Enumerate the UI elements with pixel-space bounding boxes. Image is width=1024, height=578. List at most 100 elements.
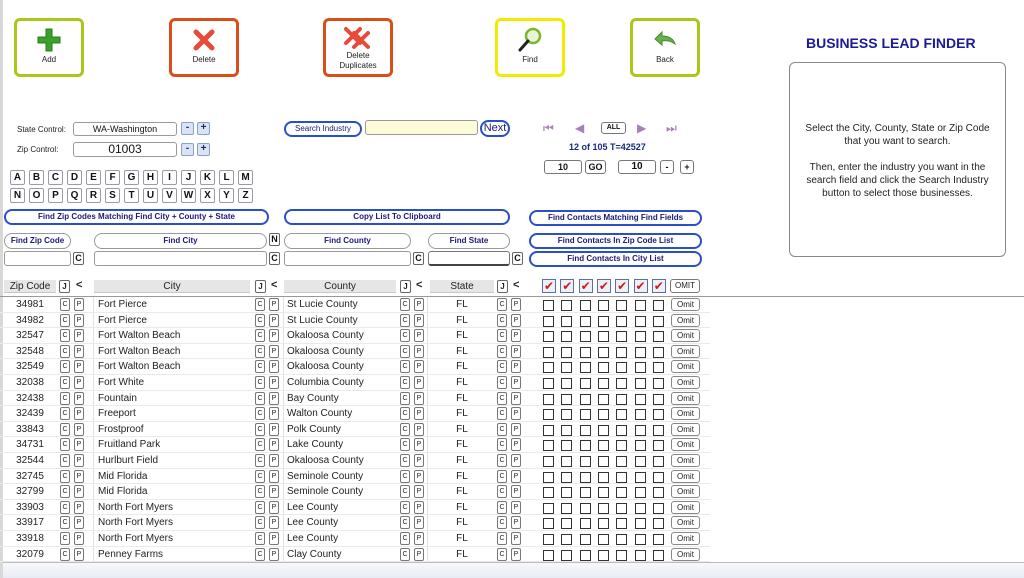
zip-copy-button[interactable]: C [60, 531, 70, 545]
zip-paste-button[interactable]: P [74, 313, 84, 327]
city-paste-button[interactable]: P [269, 547, 279, 561]
zip-paste-button[interactable]: P [74, 516, 84, 530]
state-copy-button[interactable]: C [497, 298, 507, 311]
county-copy-button[interactable]: C [400, 407, 410, 421]
state-copy-button[interactable]: C [497, 360, 507, 374]
column-header-county[interactable]: County [284, 280, 396, 293]
city-paste-button[interactable]: P [269, 375, 279, 389]
letter-x-button[interactable]: X [200, 188, 215, 203]
step-field[interactable]: 10 [618, 160, 656, 174]
state-paste-button[interactable]: P [511, 422, 521, 436]
city-paste-button[interactable]: P [269, 500, 279, 514]
city-paste-button[interactable]: P [269, 469, 279, 483]
letter-t-button[interactable]: T [124, 188, 139, 203]
zip-paste-button[interactable]: P [74, 469, 84, 483]
row-checkbox[interactable] [579, 377, 591, 389]
state-copy-button[interactable]: C [497, 453, 507, 467]
letter-i-button[interactable]: I [162, 170, 177, 185]
row-checkbox[interactable] [543, 455, 554, 467]
check-all-column-6-checkbox[interactable]: ✔ [633, 279, 648, 293]
zip-copy-button[interactable]: C [60, 516, 70, 530]
row-checkbox[interactable] [652, 487, 664, 499]
letter-f-button[interactable]: F [105, 170, 120, 185]
city-clear-button[interactable]: C [269, 252, 280, 265]
row-checkbox[interactable] [597, 315, 609, 327]
zip-copy-button[interactable]: C [60, 422, 70, 436]
city-copy-button[interactable]: C [255, 391, 265, 405]
letter-j-button[interactable]: J [181, 170, 196, 185]
row-checkbox[interactable] [634, 533, 646, 545]
state-paste-button[interactable]: P [511, 500, 521, 514]
county-copy-button[interactable]: C [400, 391, 410, 405]
zip-paste-button[interactable]: P [74, 360, 84, 374]
row-checkbox[interactable] [616, 377, 628, 389]
find-city-button[interactable]: Find City [94, 233, 267, 249]
city-paste-button[interactable]: P [269, 485, 279, 499]
state-paste-button[interactable]: P [511, 531, 521, 545]
zip-paste-button[interactable]: P [74, 298, 84, 311]
city-copy-button[interactable]: C [255, 516, 265, 530]
county-collapse-icon[interactable]: < [416, 279, 422, 291]
row-checkbox[interactable] [579, 549, 591, 561]
row-checkbox[interactable] [634, 300, 646, 311]
check-all-column-2-checkbox[interactable]: ✔ [560, 279, 575, 293]
county-copy-button[interactable]: C [400, 375, 410, 389]
row-checkbox[interactable] [597, 533, 609, 545]
state-copy-button[interactable]: C [497, 547, 507, 561]
state-control-field[interactable]: WA-Washington [73, 122, 177, 136]
state-paste-button[interactable]: P [511, 407, 521, 421]
city-copy-button[interactable]: C [255, 298, 265, 311]
row-checkbox[interactable] [543, 518, 554, 530]
county-copy-button[interactable]: C [400, 485, 410, 499]
row-checkbox[interactable] [597, 502, 609, 514]
go-button[interactable]: GO [585, 160, 606, 174]
state-paste-button[interactable]: P [511, 547, 521, 561]
find-contacts-matching-fields-button[interactable]: Find Contacts Matching Find Fields [529, 210, 702, 226]
zip-decrement-button[interactable]: - [181, 143, 194, 156]
omit-button[interactable]: Omit [671, 547, 700, 561]
zip-paste-button[interactable]: P [74, 329, 84, 343]
county-paste-button[interactable]: P [414, 313, 424, 327]
add-button[interactable]: Add [14, 18, 84, 77]
search-industry-button[interactable]: Search Industry [284, 121, 362, 137]
letter-e-button[interactable]: E [86, 170, 101, 185]
row-checkbox[interactable] [561, 549, 573, 561]
city-copy-button[interactable]: C [255, 438, 265, 452]
state-copy-button[interactable]: C [497, 422, 507, 436]
county-j-button[interactable]: J [400, 280, 411, 293]
row-checkbox[interactable] [652, 518, 664, 530]
omit-button[interactable]: Omit [671, 375, 700, 389]
letter-y-button[interactable]: Y [219, 188, 234, 203]
check-all-column-3-checkbox[interactable]: ✔ [578, 279, 593, 293]
letter-c-button[interactable]: C [48, 170, 63, 185]
county-paste-button[interactable]: P [414, 547, 424, 561]
state-paste-button[interactable]: P [511, 298, 521, 311]
row-checkbox[interactable] [616, 440, 628, 452]
row-checkbox[interactable] [543, 409, 554, 421]
zip-paste-button[interactable]: P [74, 500, 84, 514]
row-checkbox[interactable] [561, 455, 573, 467]
city-copy-button[interactable]: C [255, 360, 265, 374]
row-checkbox[interactable] [543, 300, 554, 311]
city-paste-button[interactable]: P [269, 453, 279, 467]
city-copy-button[interactable]: C [255, 422, 265, 436]
row-checkbox[interactable] [634, 346, 646, 358]
state-copy-button[interactable]: C [497, 516, 507, 530]
county-paste-button[interactable]: P [414, 422, 424, 436]
row-checkbox[interactable] [561, 502, 573, 514]
row-checkbox[interactable] [616, 487, 628, 499]
row-checkbox[interactable] [579, 440, 591, 452]
first-page-icon[interactable]: ⏮ [543, 121, 554, 136]
zip-control-field[interactable]: 01003 [73, 142, 177, 157]
omit-button[interactable]: Omit [671, 360, 700, 374]
row-checkbox[interactable] [652, 346, 664, 358]
delete-button[interactable]: Delete [169, 18, 239, 77]
row-checkbox[interactable] [616, 300, 628, 311]
county-copy-button[interactable]: C [400, 469, 410, 483]
omit-button[interactable]: Omit [671, 407, 700, 421]
row-checkbox[interactable] [561, 362, 573, 374]
show-all-button[interactable]: ALL [601, 122, 626, 134]
zip-paste-button[interactable]: P [74, 438, 84, 452]
omit-button[interactable]: Omit [671, 500, 700, 514]
letter-v-button[interactable]: V [162, 188, 177, 203]
